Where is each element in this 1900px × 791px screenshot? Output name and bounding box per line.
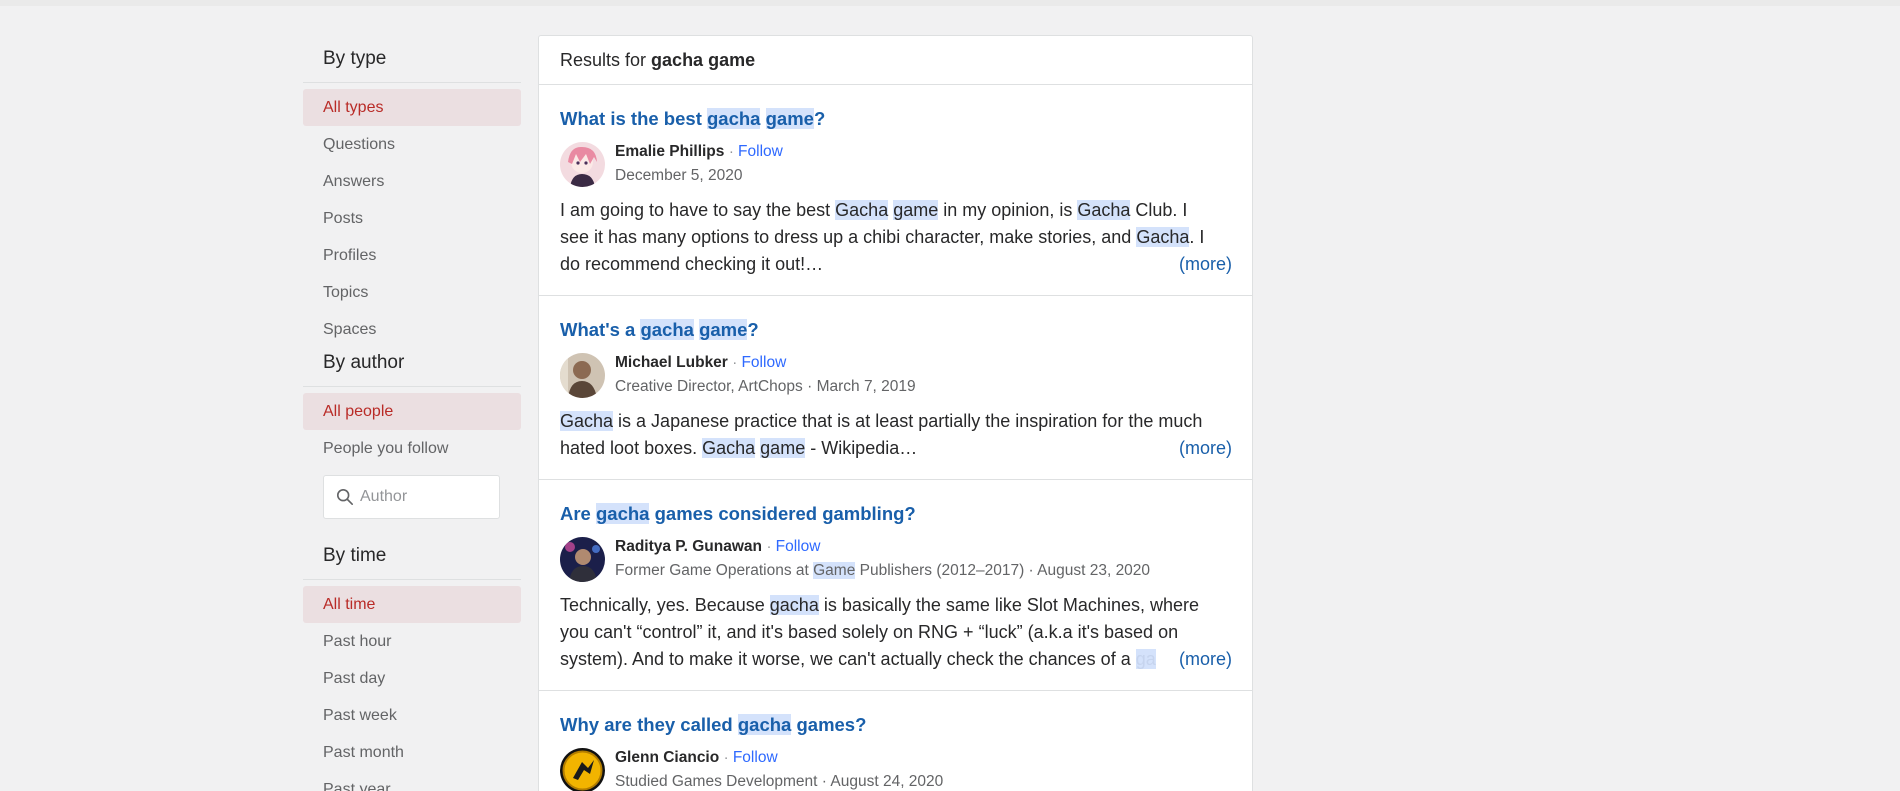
author-meta: Michael Lubker · Follow Creative Directo… — [615, 351, 916, 399]
by-author-title: By author — [303, 348, 521, 387]
filter-past-month[interactable]: Past month — [303, 734, 521, 771]
filter-questions[interactable]: Questions — [303, 126, 521, 163]
avatar[interactable] — [560, 747, 605, 791]
answer-snippet[interactable]: I am going to have to say the best Gacha… — [560, 197, 1232, 278]
author-row: Glenn Ciancio · Follow Studied Games Dev… — [560, 746, 1232, 791]
answer-snippet[interactable]: Technically, yes. Because gacha is basic… — [560, 592, 1232, 673]
filter-all-people[interactable]: All people — [303, 393, 521, 430]
author-credential: Studied Games Development · August 24, 2… — [615, 773, 944, 790]
author-credential: Creative Director, ArtChops · March 7, 2… — [615, 378, 916, 395]
filter-past-year[interactable]: Past year — [303, 771, 521, 791]
search-icon — [336, 488, 354, 506]
by-type-title: By type — [303, 36, 521, 83]
separator-dot: · — [723, 749, 733, 766]
results-header: Results for gacha game — [539, 36, 1252, 85]
follow-button[interactable]: Follow — [738, 143, 783, 160]
author-row: Michael Lubker · Follow Creative Directo… — [560, 351, 1232, 399]
author-name[interactable]: Emalie Phillips — [615, 143, 724, 160]
result-item: Why are they called gacha games? Glenn C… — [539, 691, 1252, 791]
separator-dot: · — [728, 143, 739, 160]
results-query: gacha game — [651, 50, 756, 70]
avatar[interactable] — [560, 141, 605, 187]
filter-topics[interactable]: Topics — [303, 274, 521, 311]
result-item: Are gacha games considered gambling? Rad… — [539, 480, 1252, 691]
follow-button[interactable]: Follow — [741, 354, 786, 371]
by-time-title: By time — [303, 533, 521, 580]
filter-posts[interactable]: Posts — [303, 200, 521, 237]
avatar[interactable] — [560, 536, 605, 582]
filter-answers[interactable]: Answers — [303, 163, 521, 200]
filter-past-hour[interactable]: Past hour — [303, 623, 521, 660]
author-credential: December 5, 2020 — [615, 167, 743, 184]
question-title-link[interactable]: Are gacha games considered gambling? — [560, 502, 1232, 526]
author-credential: Former Game Operations at Game Publisher… — [615, 562, 1151, 579]
filter-all-time[interactable]: All time — [303, 586, 521, 623]
author-name[interactable]: Glenn Ciancio — [615, 749, 719, 766]
more-link[interactable]: (more) — [1175, 435, 1232, 462]
result-item: What's a gacha game? Michael Lubker · Fo… — [539, 296, 1252, 480]
author-meta: Raditya P. Gunawan · Follow Former Game … — [615, 535, 1150, 583]
follow-button[interactable]: Follow — [733, 749, 778, 766]
results-prefix: Results for — [560, 50, 647, 70]
filter-spaces[interactable]: Spaces — [303, 311, 521, 348]
follow-button[interactable]: Follow — [776, 538, 821, 555]
by-author-list: All people People you follow — [303, 387, 521, 467]
top-strip — [0, 0, 1900, 6]
author-name[interactable]: Raditya P. Gunawan — [615, 538, 762, 555]
filter-all-types[interactable]: All types — [303, 89, 521, 126]
author-row: Raditya P. Gunawan · Follow Former Game … — [560, 535, 1232, 583]
author-meta: Emalie Phillips · Follow December 5, 202… — [615, 140, 783, 188]
avatar[interactable] — [560, 352, 605, 398]
results-panel: Results for gacha game What is the best … — [538, 35, 1253, 791]
filter-past-week[interactable]: Past week — [303, 697, 521, 734]
more-link[interactable]: (more) — [1175, 646, 1232, 673]
by-time-list: All time Past hour Past day Past week Pa… — [303, 580, 521, 791]
more-link[interactable]: (more) — [1175, 251, 1232, 278]
author-row: Emalie Phillips · Follow December 5, 202… — [560, 140, 1232, 188]
by-type-list: All types Questions Answers Posts Profil… — [303, 83, 521, 348]
author-meta: Glenn Ciancio · Follow Studied Games Dev… — [615, 746, 943, 791]
filter-past-day[interactable]: Past day — [303, 660, 521, 697]
filter-profiles[interactable]: Profiles — [303, 237, 521, 274]
result-item: What is the best gacha game? Emalie Phil… — [539, 85, 1252, 296]
answer-snippet[interactable]: Gacha is a Japanese practice that is at … — [560, 408, 1232, 462]
question-title-link[interactable]: Why are they called gacha games? — [560, 713, 1232, 737]
author-name[interactable]: Michael Lubker — [615, 354, 728, 371]
author-search-input[interactable] — [360, 488, 490, 506]
question-title-link[interactable]: What is the best gacha game? — [560, 107, 1232, 131]
question-title-link[interactable]: What's a gacha game? — [560, 318, 1232, 342]
author-search-box[interactable] — [323, 475, 500, 519]
filter-people-you-follow[interactable]: People you follow — [303, 430, 521, 467]
separator-dot: · — [766, 538, 776, 555]
filter-sidebar: By type All types Questions Answers Post… — [303, 36, 521, 791]
